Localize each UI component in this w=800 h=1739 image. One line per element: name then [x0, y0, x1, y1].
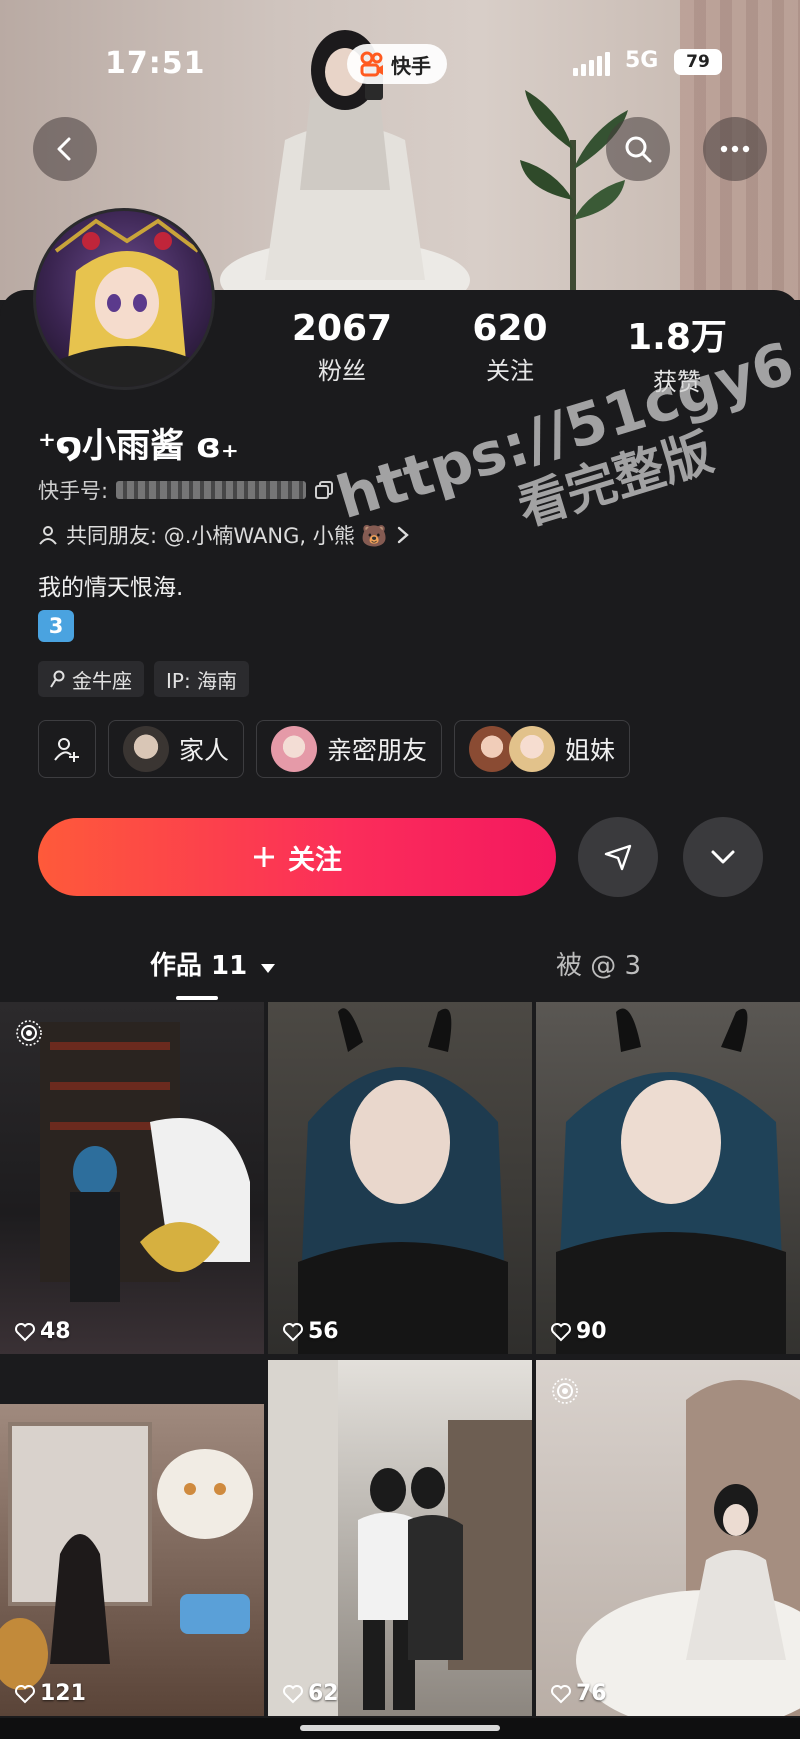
profile-tags: 金牛座 IP: 海南: [38, 661, 250, 697]
tab-active-indicator: [176, 996, 218, 1000]
stat-followers[interactable]: 2067 粉丝: [262, 308, 422, 386]
group-family[interactable]: 家人: [108, 720, 245, 778]
mutual-friends-text: 共同朋友: @.小楠WANG, 小熊 🐻: [66, 524, 388, 548]
group-sisters[interactable]: 姐妹: [454, 720, 631, 778]
zodiac-icon: [50, 670, 65, 688]
like-count: 56: [308, 1319, 339, 1344]
heart-icon: [283, 1684, 303, 1703]
avatar-illustration: [39, 218, 212, 387]
post-thumbnail[interactable]: 76: [536, 1360, 800, 1716]
like-count: 48: [40, 1319, 71, 1344]
group-label: 家人: [179, 736, 230, 765]
post-thumbnail[interactable]: 90: [536, 1002, 800, 1354]
post-likes: 62: [282, 1681, 339, 1706]
heart-icon: [283, 1322, 303, 1341]
post-image: [556, 1008, 786, 1354]
send-message-button[interactable]: [578, 817, 658, 897]
add-person-icon: [54, 738, 79, 762]
post-thumbnail[interactable]: 121: [0, 1404, 264, 1716]
like-count: 62: [308, 1681, 339, 1706]
heart-icon: [551, 1322, 571, 1341]
more-options-button[interactable]: [703, 117, 767, 181]
heart-icon: [551, 1684, 571, 1703]
post-likes: 90: [550, 1319, 607, 1344]
more-icon: [720, 145, 750, 153]
search-button[interactable]: [606, 117, 670, 181]
kuaishou-id-label: 快手号:: [38, 479, 109, 503]
post-image: [0, 1422, 253, 1690]
tab-works[interactable]: 作品 11: [150, 945, 276, 982]
tag-zodiac[interactable]: 金牛座: [38, 661, 144, 697]
friend-groups: 家人 亲密朋友 姐妹: [38, 720, 631, 778]
stat-value: 2067: [291, 308, 393, 349]
stat-following[interactable]: 620 关注: [430, 308, 590, 386]
follow-label: 关注: [288, 844, 342, 876]
tab-mentions[interactable]: 被 @ 3: [556, 945, 641, 982]
post-image: [268, 1360, 532, 1716]
chevron-down-icon: [711, 850, 735, 864]
group-label: 亲密朋友: [327, 736, 428, 765]
chevron-left-icon: [57, 137, 71, 161]
profile-bio: 我的情天恨海.: [38, 575, 184, 601]
post-likes: 48: [14, 1319, 71, 1344]
person-icon: [39, 526, 57, 545]
cover-plant: [520, 90, 628, 300]
group-label: 姐妹: [565, 736, 616, 765]
tag-ip-location: IP: 海南: [154, 661, 250, 697]
home-indicator[interactable]: [300, 1725, 500, 1731]
kuaishou-app-badge[interactable]: 快手: [347, 44, 447, 84]
like-count: 121: [40, 1681, 86, 1706]
kuaishou-id-value-obscured: [116, 481, 307, 499]
live-photo-icon: [552, 1378, 578, 1404]
kuaishou-id-row: 快手号:: [38, 475, 334, 505]
post-likes: 121: [14, 1681, 86, 1706]
back-button[interactable]: [33, 117, 97, 181]
stat-label: 关注: [486, 357, 534, 385]
group-close-friends[interactable]: 亲密朋友: [256, 720, 443, 778]
kuaishou-badge-label: 快手: [391, 53, 431, 78]
battery-level: 79: [674, 49, 722, 75]
heart-icon: [15, 1322, 35, 1341]
status-bar: 17:51 快手 5G 79: [0, 44, 800, 84]
copy-icon[interactable]: [314, 480, 334, 500]
post-thumbnail[interactable]: 48: [0, 1002, 264, 1354]
avatar: [123, 726, 169, 772]
follow-button[interactable]: 关注: [38, 818, 556, 896]
signal-icon: [573, 52, 610, 76]
expand-button[interactable]: [683, 817, 763, 897]
stat-label: 粉丝: [318, 357, 366, 385]
stat-value: 620: [472, 308, 548, 349]
avatar[interactable]: [33, 208, 215, 390]
like-count: 76: [576, 1681, 607, 1706]
avatar: [271, 726, 318, 772]
status-time: 17:51: [105, 46, 206, 81]
like-count: 90: [576, 1319, 607, 1344]
tag-label: 金牛座: [72, 668, 132, 693]
plus-icon: [254, 847, 274, 867]
heart-icon: [15, 1684, 35, 1703]
send-icon: [604, 844, 632, 871]
tab-label: 作品 11: [150, 951, 248, 981]
tag-label: IP: 海南: [166, 668, 238, 693]
add-friend-button[interactable]: [38, 720, 96, 778]
post-likes: 56: [282, 1319, 339, 1344]
search-icon: [625, 136, 652, 163]
network-type: 5G: [625, 48, 659, 73]
post-likes: 76: [550, 1681, 607, 1706]
avatar: [509, 726, 556, 772]
caret-down-icon: [261, 964, 276, 973]
live-photo-icon: [16, 1020, 42, 1046]
kuaishou-logo-icon: [360, 51, 383, 77]
post-thumbnail[interactable]: 56: [268, 1002, 532, 1354]
post-image: [40, 1022, 250, 1302]
profile-name: ⁺໑小雨酱 ɞ₊: [38, 426, 239, 466]
post-thumbnail[interactable]: 62: [268, 1360, 532, 1716]
post-image: [298, 1008, 508, 1354]
group-avatars: [469, 726, 556, 772]
post-image: [576, 1380, 800, 1716]
number-badge: 3: [38, 610, 74, 642]
